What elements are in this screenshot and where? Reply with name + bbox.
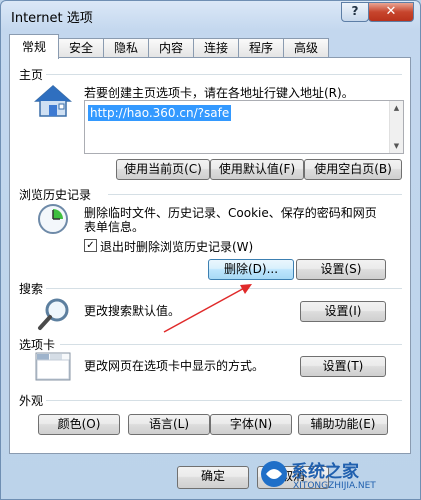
- tab-security[interactable]: 安全: [58, 38, 104, 58]
- divider: [108, 194, 402, 195]
- tab-advanced[interactable]: 高级: [283, 38, 329, 58]
- history-section-label: 浏览历史记录: [19, 188, 92, 202]
- url-field-scrollbar[interactable]: ▲ ▼: [389, 101, 403, 153]
- tabs-settings-button[interactable]: 设置(T): [300, 356, 386, 377]
- window-title: Internet 选项: [11, 11, 93, 26]
- history-clock-icon: [38, 204, 68, 234]
- use-default-button[interactable]: 使用默认值(F): [210, 159, 304, 180]
- title-bar: Internet 选项 ? ✕: [1, 1, 420, 29]
- tab-programs[interactable]: 程序: [238, 38, 284, 58]
- fonts-button[interactable]: 字体(N): [210, 414, 292, 435]
- annotation-arrow: [163, 284, 252, 333]
- scroll-up-icon[interactable]: ▲: [390, 101, 403, 115]
- home-section-label: 主页: [19, 68, 44, 82]
- use-current-button[interactable]: 使用当前页(C): [116, 159, 210, 180]
- tabs-description: 更改网页在选项卡中显示的方式。: [84, 359, 265, 373]
- watermark-url-text: XITONGZHIJIA.NET: [293, 481, 376, 491]
- tab-privacy[interactable]: 隐私: [103, 38, 149, 58]
- appearance-section-label: 外观: [19, 394, 44, 408]
- delete-on-exit-label[interactable]: 退出时删除浏览历史记录(W): [100, 238, 253, 255]
- home-page-url-field[interactable]: http://hao.360.cn/?safe ▲ ▼: [84, 100, 404, 154]
- tabs-window-icon: [35, 352, 71, 381]
- tab-connections[interactable]: 连接: [193, 38, 239, 58]
- use-blank-button[interactable]: 使用空白页(B): [304, 159, 402, 180]
- help-button[interactable]: ?: [341, 2, 369, 22]
- close-button[interactable]: ✕: [368, 2, 414, 22]
- home-page-url-value: http://hao.360.cn/?safe: [88, 105, 232, 121]
- history-description-line2: 表单信息。: [84, 220, 145, 234]
- divider: [46, 74, 402, 75]
- home-icon: [34, 84, 72, 117]
- general-tab-panel: 主页 若要创建主页选项卡，请在各地址行键入地址(R)。 http://hao.3…: [9, 57, 411, 454]
- delete-on-exit-checkbox[interactable]: ✓: [84, 239, 97, 252]
- accessibility-button[interactable]: 辅助功能(E): [298, 414, 388, 435]
- languages-button[interactable]: 语言(L): [128, 414, 210, 435]
- history-settings-button[interactable]: 设置(S): [296, 259, 386, 280]
- colors-button[interactable]: 颜色(O): [38, 414, 120, 435]
- site-watermark: 系统之家 XITONGZHIJIA.NET: [251, 451, 420, 499]
- divider: [60, 344, 402, 345]
- ok-button[interactable]: 确定: [177, 466, 249, 489]
- tab-content[interactable]: 内容: [148, 38, 194, 58]
- search-magnifier-icon: [38, 298, 69, 330]
- tab-general[interactable]: 常规: [9, 34, 59, 59]
- home-description: 若要创建主页选项卡，请在各地址行键入地址(R)。: [84, 86, 354, 100]
- search-section-label: 搜索: [19, 282, 44, 296]
- scroll-down-icon[interactable]: ▼: [390, 139, 403, 153]
- internet-options-dialog: Internet 选项 ? ✕ 常规 安全 隐私 内容 连接 程序 高级 主页 …: [0, 0, 421, 500]
- search-settings-button[interactable]: 设置(I): [300, 301, 386, 322]
- watermark-logo-icon: [261, 461, 287, 487]
- watermark-brand-text: 系统之家: [291, 462, 359, 482]
- divider: [46, 400, 402, 401]
